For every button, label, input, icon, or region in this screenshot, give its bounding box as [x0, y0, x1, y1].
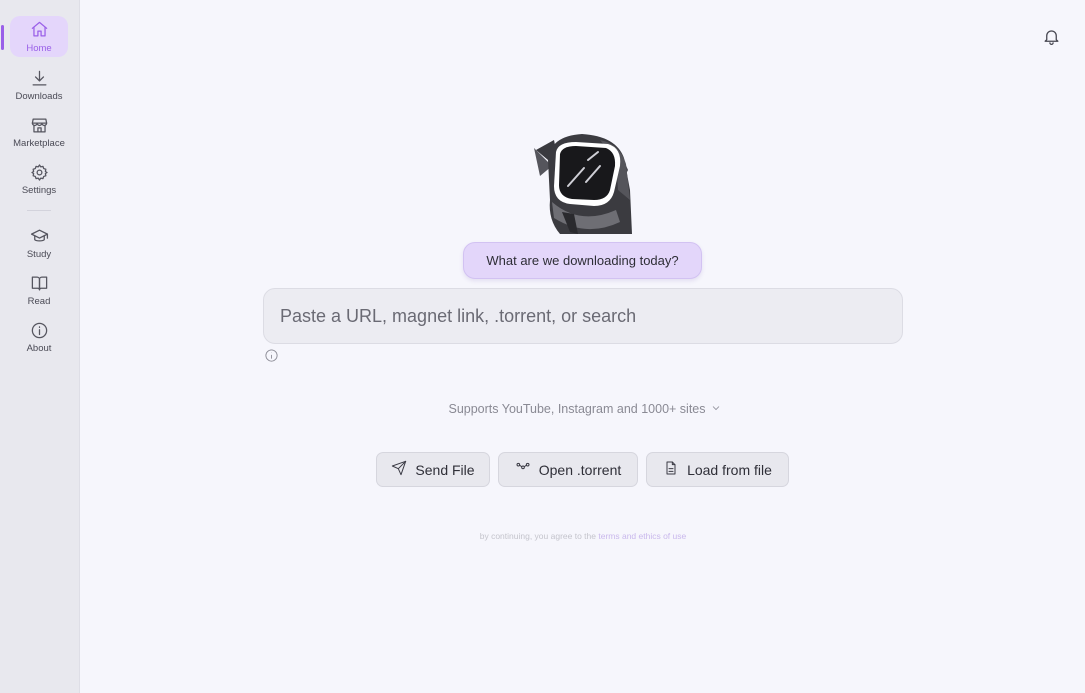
info-icon: [29, 320, 49, 340]
sidebar: Home Downloads Marketplace Settings Stud…: [0, 0, 80, 693]
terms-prefix: by continuing, you agree to the: [479, 531, 599, 541]
send-icon: [391, 460, 407, 479]
file-icon: [663, 460, 679, 479]
sidebar-item-home[interactable]: Home: [10, 16, 68, 57]
store-icon: [29, 115, 49, 135]
supported-sites-toggle[interactable]: Supports YouTube, Instagram and 1000+ si…: [440, 400, 730, 418]
chevron-down-icon: [710, 402, 722, 417]
download-icon: [29, 68, 49, 88]
active-indicator: [1, 25, 4, 50]
gear-icon: [29, 162, 49, 182]
sidebar-item-label: Home: [26, 42, 52, 54]
sidebar-divider: [27, 210, 51, 211]
sidebar-item-marketplace[interactable]: Marketplace: [0, 110, 78, 154]
notifications-button[interactable]: [1033, 24, 1069, 54]
load-from-file-button[interactable]: Load from file: [646, 452, 789, 487]
sidebar-item-downloads[interactable]: Downloads: [0, 63, 78, 107]
graduation-cap-icon: [29, 226, 49, 246]
send-file-label: Send File: [415, 461, 475, 478]
open-torrent-label: Open .torrent: [538, 461, 622, 478]
sidebar-item-settings[interactable]: Settings: [0, 157, 78, 201]
sidebar-item-label: Downloads: [15, 91, 63, 102]
sidebar-item-label: Read: [27, 296, 51, 307]
load-from-file-label: Load from file: [687, 461, 772, 478]
sidebar-item-label: Settings: [21, 185, 57, 196]
sidebar-item-label: Marketplace: [13, 138, 65, 149]
open-torrent-button[interactable]: Open .torrent: [498, 452, 638, 487]
sidebar-item-about[interactable]: About: [0, 315, 78, 359]
terms-notice: by continuing, you agree to the terms an…: [380, 531, 786, 543]
info-icon[interactable]: [264, 348, 280, 364]
supported-sites-text: Supports YouTube, Instagram and 1000+ si…: [448, 402, 706, 416]
sidebar-item-read[interactable]: Read: [0, 268, 78, 312]
torrent-nodes-icon: [515, 460, 531, 479]
greeting-bubble: What are we downloading today?: [463, 242, 702, 279]
url-search-input[interactable]: [263, 288, 903, 344]
terms-link[interactable]: terms and ethics of use: [598, 531, 686, 541]
mascot-image: [530, 130, 634, 234]
book-icon: [29, 273, 49, 293]
sidebar-item-study[interactable]: Study: [0, 221, 78, 265]
home-icon: [29, 20, 49, 40]
bell-icon: [1042, 27, 1061, 51]
app-window: Home Downloads Marketplace Settings Stud…: [0, 0, 1085, 693]
sidebar-item-label: Study: [26, 249, 52, 260]
sidebar-item-label: About: [26, 343, 52, 354]
send-file-button[interactable]: Send File: [376, 452, 490, 487]
